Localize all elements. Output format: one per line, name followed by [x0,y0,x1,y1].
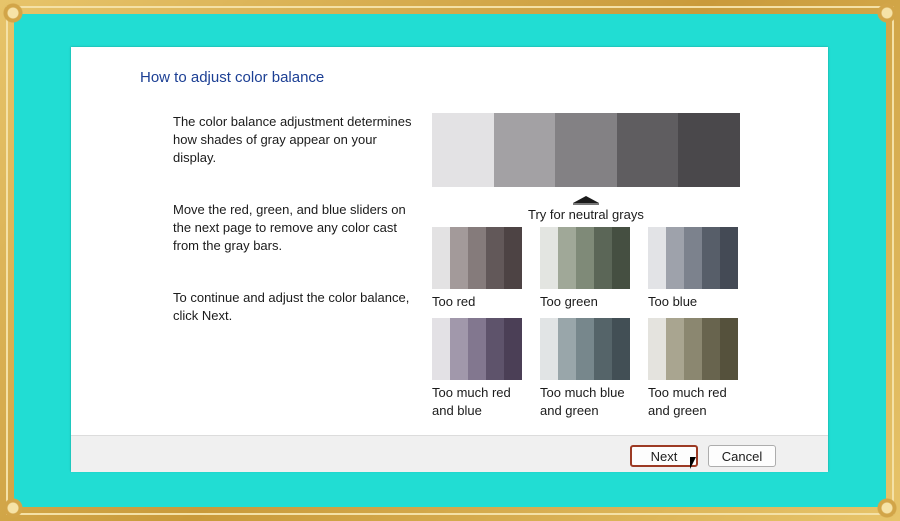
neutral-caption: Try for neutral grays [528,207,644,222]
corner-ornament-icon [0,0,26,26]
swatch-stripe [558,318,576,380]
swatch-stripe [720,318,738,380]
swatch-stripe [504,318,522,380]
mouse-cursor-icon [690,457,702,469]
swatch-stripe [702,227,720,289]
color-cast-swatch [540,318,630,380]
swatch-stripe [594,318,612,380]
swatch-label: Too red [432,294,476,309]
continue-paragraph: To continue and adjust the color balance… [173,290,410,323]
swatch-label: Too much red and blue [432,385,511,418]
swatch-label: Too much blue and green [540,385,625,418]
color-cast-swatch [432,227,522,289]
page-title: How to adjust color balance [140,69,325,86]
swatch-stripe [450,318,468,380]
swatch-label: Too green [540,294,598,309]
gray-stripe [555,113,617,187]
swatch-stripe [486,227,504,289]
swatch-stripe [612,318,630,380]
swatch-stripe [450,227,468,289]
swatch-label: Too blue [648,294,698,309]
color-cast-swatch [648,227,738,289]
swatch-stripe [576,318,594,380]
gray-stripe [432,113,494,187]
gray-stripe [678,113,740,187]
swatch-stripe [468,318,486,380]
gray-stripe [616,113,679,187]
swatch-stripe [558,227,576,289]
swatch-stripe [666,318,684,380]
caret-up-icon [573,196,599,203]
swatch-stripe [576,227,594,289]
corner-ornament-icon [0,495,26,521]
swatch-stripe [468,227,486,289]
color-balance-dialog: How to adjust color balance The color ba… [71,47,828,472]
cancel-button[interactable]: Cancel [708,445,776,467]
swatch-stripe [594,227,612,289]
swatch-stripe [432,318,450,380]
caret-base [573,203,599,205]
gray-stripe [493,113,556,187]
color-cast-swatch [432,318,522,380]
swatch-stripe [666,227,684,289]
swatch-stripe [540,227,558,289]
corner-ornament-icon [874,0,900,26]
swatch-stripe [684,227,702,289]
next-button[interactable]: Next [630,445,698,467]
sliders-paragraph: Move the red, green, and blue sliders on… [173,202,406,253]
swatch-stripe [504,227,522,289]
color-cast-swatch [540,227,630,289]
color-cast-swatch [648,318,738,380]
swatch-stripe [612,227,630,289]
swatch-stripe [684,318,702,380]
swatch-stripe [540,318,558,380]
swatch-stripe [720,227,738,289]
swatch-stripe [702,318,720,380]
swatch-stripe [486,318,504,380]
swatch-stripe [648,227,666,289]
intro-paragraph: The color balance adjustment determines … [173,114,412,165]
swatch-stripe [432,227,450,289]
swatch-label: Too much red and green [648,385,727,418]
swatch-stripe [648,318,666,380]
corner-ornament-icon [874,495,900,521]
neutral-gray-bars [432,113,740,187]
